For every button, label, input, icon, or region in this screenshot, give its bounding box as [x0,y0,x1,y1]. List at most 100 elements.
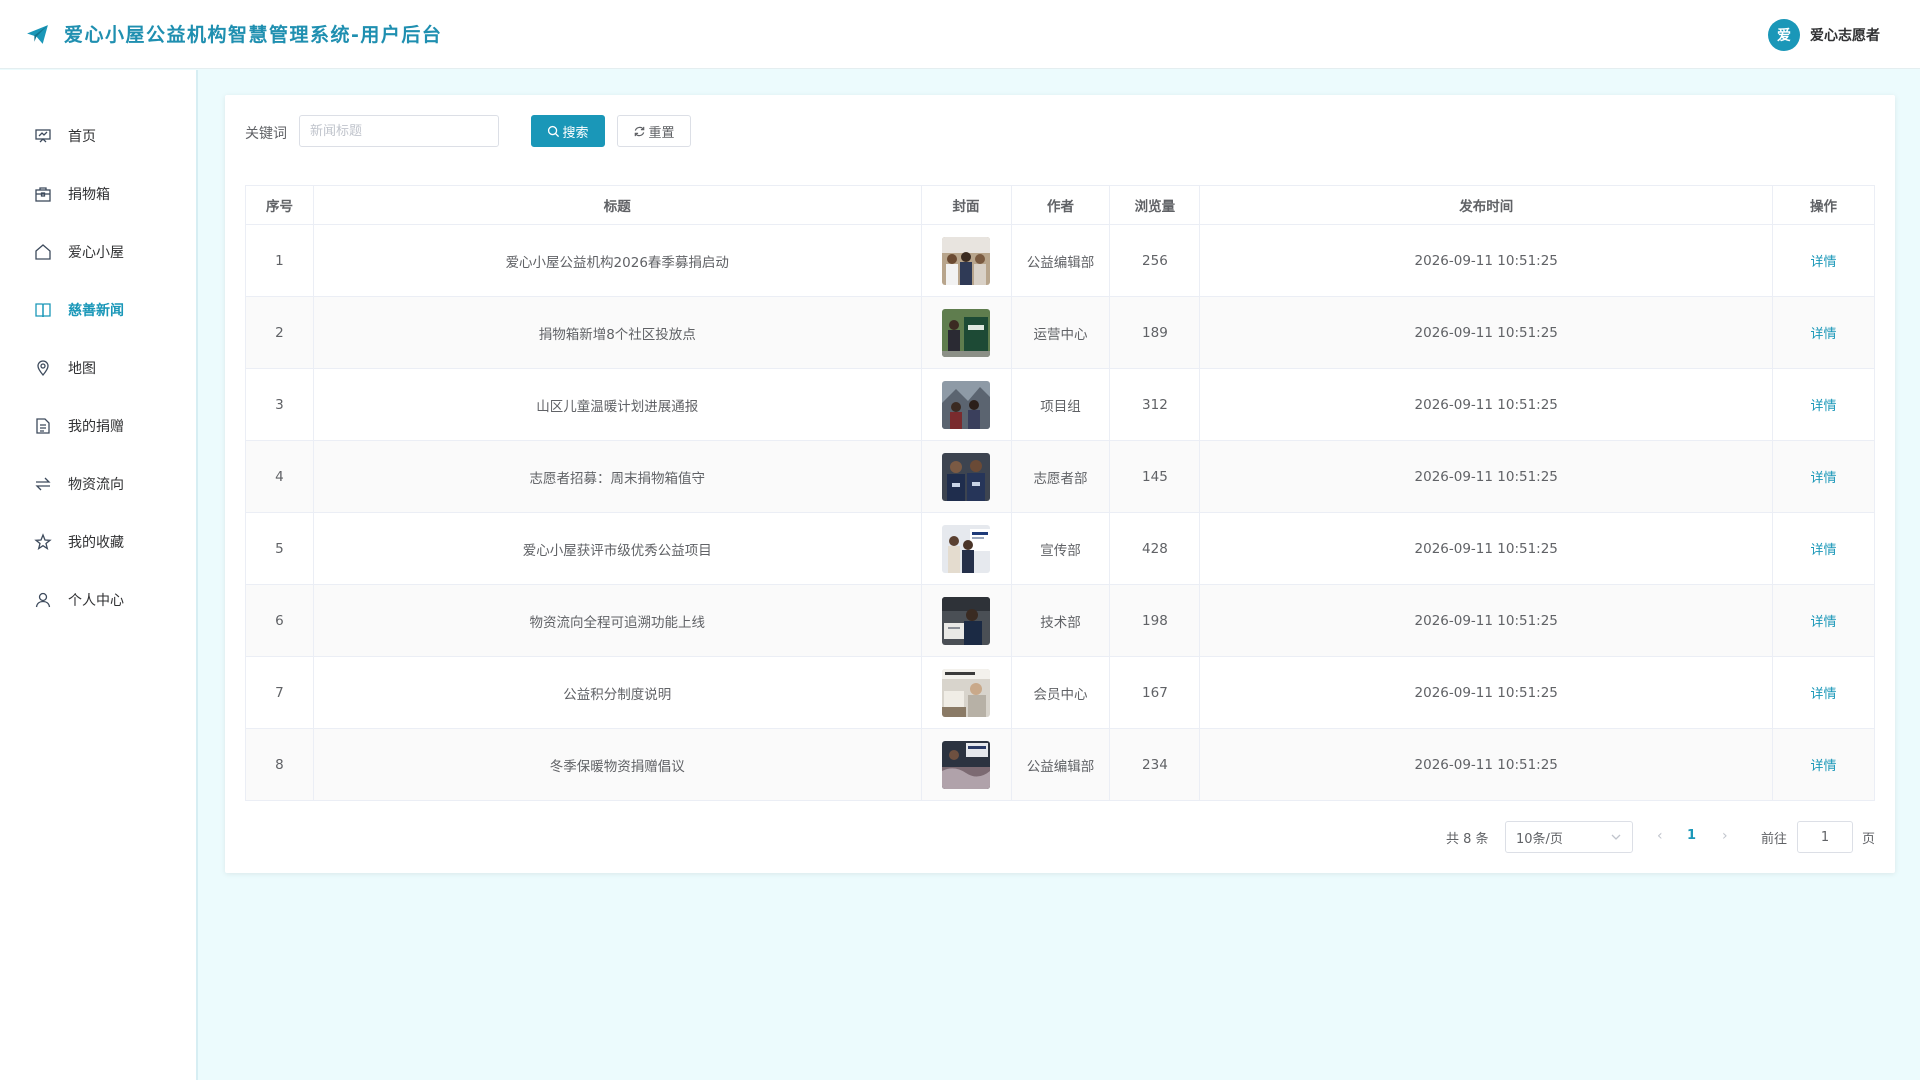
cover-image[interactable] [942,452,991,501]
next-page-button[interactable]: › [1722,828,1728,844]
page-suffix-label: 页 [1862,832,1876,847]
cell-action: 详情 [1772,440,1875,513]
column-header-time: 发布时间 [1199,185,1774,225]
sidebar-item-home[interactable]: 首页 [0,116,196,156]
cell-index: 3 [245,368,314,441]
detail-link[interactable]: 详情 [1811,759,1837,774]
table-row: 5 爱心小屋获评市级优秀公益项目 宣传部 428 2026-09-11 10:5… [245,512,1875,585]
cell-time: 2026-09-11 10:51:25 [1199,512,1774,585]
reset-button-label: 重置 [648,125,675,141]
cell-action: 详情 [1772,296,1875,369]
table-header-row: 序号 标题 封面 作者 浏览量 发布时间 操作 [245,185,1875,225]
column-header-views: 浏览量 [1109,185,1201,225]
cell-author: 宣传部 [1010,512,1111,585]
switch-icon [34,475,52,493]
table-row: 8 冬季保暖物资捐赠倡议 公益编辑部 234 2026-09-11 10:51:… [245,728,1875,801]
cell-author: 运营中心 [1010,296,1111,369]
search-input[interactable] [299,115,499,147]
column-header-index: 序号 [245,185,314,225]
avatar[interactable]: 爱 [1768,19,1800,51]
cell-cover [920,440,1012,513]
sidebar-item-label: 捐物箱 [68,187,110,203]
cover-image[interactable] [942,380,991,429]
goto-label: 前往 [1761,832,1788,847]
cell-time: 2026-09-11 10:51:25 [1199,368,1774,441]
sidebar-item-material-flow[interactable]: 物资流向 [0,464,196,504]
cell-title: 山区儿童温暖计划进展通报 [312,368,922,441]
cell-action: 详情 [1772,728,1875,801]
sidebar-item-label: 我的收藏 [68,535,124,551]
sidebar-item-donation-box[interactable]: 捐物箱 [0,174,196,214]
sidebar-item-profile[interactable]: 个人中心 [0,580,196,620]
cover-image[interactable] [942,236,991,285]
box-icon [34,185,52,203]
cell-time: 2026-09-11 10:51:25 [1199,584,1774,657]
cell-time: 2026-09-11 10:51:25 [1199,224,1774,297]
cell-index: 1 [245,224,314,297]
detail-link[interactable]: 详情 [1811,399,1837,414]
cell-cover [920,368,1012,441]
sidebar-item-label: 物资流向 [68,477,124,493]
cell-title: 物资流向全程可追溯功能上线 [312,584,922,657]
reset-button[interactable]: 重置 [617,115,691,147]
detail-link[interactable]: 详情 [1811,543,1837,558]
sidebar: 首页 捐物箱 爱心小屋 慈善新闻 地图 我的捐赠 物资流向 我的收藏 个人中心 [0,70,198,1080]
sidebar-item-my-donations[interactable]: 我的捐赠 [0,406,196,446]
prev-page-button[interactable]: ‹ [1657,828,1663,844]
dashboard-icon [34,127,52,145]
table-row: 7 公益积分制度说明 会员中心 167 2026-09-11 10:51:25 … [245,656,1875,729]
cover-image[interactable] [942,308,991,357]
cover-image[interactable] [942,524,991,573]
cover-image[interactable] [942,596,991,645]
page-number-current[interactable]: 1 [1687,828,1696,843]
top-header: 爱心小屋公益机构智慧管理系统-用户后台 爱 爱心志愿者 [0,0,1920,69]
cell-time: 2026-09-11 10:51:25 [1199,296,1774,369]
user-menu[interactable]: 爱 爱心志愿者 [1768,19,1880,51]
column-header-action: 操作 [1772,185,1875,225]
column-header-title: 标题 [312,185,922,225]
cover-image[interactable] [942,668,991,717]
sidebar-item-label: 爱心小屋 [68,245,124,261]
cell-views: 198 [1109,584,1201,657]
cover-image[interactable] [942,740,991,789]
cell-views: 312 [1109,368,1201,441]
book-icon [34,301,52,319]
sidebar-item-love-house[interactable]: 爱心小屋 [0,232,196,272]
column-header-cover: 封面 [920,185,1012,225]
cell-views: 428 [1109,512,1201,585]
detail-link[interactable]: 详情 [1811,255,1837,270]
sidebar-item-label: 我的捐赠 [68,419,124,435]
cell-views: 145 [1109,440,1201,513]
detail-link[interactable]: 详情 [1811,327,1837,342]
cell-title: 公益积分制度说明 [312,656,922,729]
search-button[interactable]: 搜索 [531,115,605,147]
news-table: 序号 标题 封面 作者 浏览量 发布时间 操作 1 爱心小屋公益机构2026春季… [245,185,1875,801]
cell-index: 7 [245,656,314,729]
cell-time: 2026-09-11 10:51:25 [1199,656,1774,729]
cell-index: 6 [245,584,314,657]
cell-author: 公益编辑部 [1010,224,1111,297]
cell-action: 详情 [1772,656,1875,729]
cell-author: 项目组 [1010,368,1111,441]
search-button-label: 搜索 [562,125,589,141]
detail-link[interactable]: 详情 [1811,687,1837,702]
location-icon [34,359,52,377]
app-title: 爱心小屋公益机构智慧管理系统-用户后台 [64,24,443,46]
cell-cover [920,512,1012,585]
page-size-select[interactable]: 10条/页 [1505,821,1633,853]
sidebar-item-map[interactable]: 地图 [0,348,196,388]
username[interactable]: 爱心志愿者 [1810,25,1880,45]
detail-link[interactable]: 详情 [1811,471,1837,486]
cell-title: 爱心小屋获评市级优秀公益项目 [312,512,922,585]
detail-link[interactable]: 详情 [1811,615,1837,630]
sidebar-item-charity-news[interactable]: 慈善新闻 [0,290,196,330]
cell-action: 详情 [1772,512,1875,585]
cell-author: 公益编辑部 [1010,728,1111,801]
news-list-card: 关键词 搜索 重置 序号 标题 封面 作者 浏览量 发布时间 操作 1 爱心 [225,95,1895,873]
sidebar-item-label: 地图 [68,361,96,377]
keyword-label: 关键词 [245,126,287,142]
table-row: 2 捐物箱新增8个社区投放点 运营中心 189 2026-09-11 10:51… [245,296,1875,369]
goto-page-input[interactable] [1797,821,1853,853]
cell-author: 志愿者部 [1010,440,1111,513]
sidebar-item-favorites[interactable]: 我的收藏 [0,522,196,562]
